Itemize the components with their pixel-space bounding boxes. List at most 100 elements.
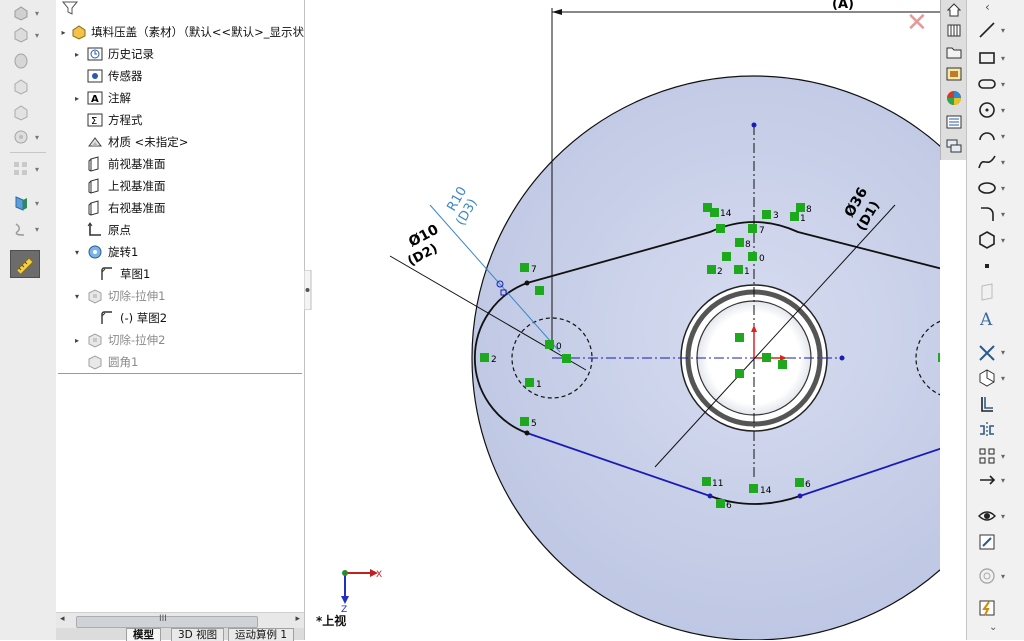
relation-icon[interactable] <box>748 224 757 233</box>
tree-item[interactable]: 材质 <未指定> <box>72 132 188 152</box>
ellipse-tool-button[interactable]: ▾ <box>975 176 1019 200</box>
plane-tool-button[interactable] <box>975 280 1019 304</box>
relation-icon[interactable] <box>790 212 799 221</box>
feature-button-9[interactable]: ▾ <box>10 218 46 240</box>
expand-toggle-icon[interactable]: ▸ <box>72 336 82 345</box>
convert-entities-button[interactable]: ▾ <box>975 366 1019 390</box>
slot-tool-button[interactable]: ▾ <box>975 72 1019 96</box>
relation-icon[interactable] <box>778 360 787 369</box>
expand-toggle-icon[interactable]: ▸ <box>72 94 82 103</box>
scroll-right-icon[interactable]: ▸ <box>295 614 300 624</box>
quick-snaps-button[interactable]: ▾ <box>975 564 1019 588</box>
relation-icon[interactable] <box>702 477 711 486</box>
file-explorer-tab[interactable] <box>943 42 965 64</box>
tree-item[interactable]: 圆角1 <box>72 352 138 372</box>
rapid-sketch-button[interactable] <box>975 596 1019 620</box>
tree-item[interactable]: ▸ A 注解 <box>72 88 131 108</box>
sketch-point[interactable] <box>707 493 713 499</box>
feature-button-4[interactable] <box>10 76 46 98</box>
feature-button-2[interactable]: ▾ <box>10 24 46 46</box>
display-relations-button[interactable]: ▾ <box>975 504 1019 528</box>
sketch-point[interactable] <box>524 280 530 286</box>
tree-item[interactable]: ▸ 切除-拉伸2 <box>72 330 165 350</box>
tab-model[interactable]: 模型 <box>126 628 161 641</box>
relation-icon[interactable] <box>716 224 725 233</box>
relation-icon[interactable] <box>480 353 489 362</box>
sketch-point[interactable] <box>524 430 530 436</box>
tree-item[interactable]: 传感器 <box>72 66 143 86</box>
relation-icon[interactable] <box>762 353 771 362</box>
feature-button-3[interactable] <box>10 50 46 72</box>
tree-rollback-bar[interactable] <box>58 373 302 374</box>
circle-tool-button[interactable]: ▾ <box>975 98 1019 122</box>
relation-icon[interactable] <box>734 265 743 274</box>
trim-tool-button[interactable]: ▾ <box>975 340 1019 364</box>
home-tab[interactable] <box>943 0 965 22</box>
centerline-endpoint[interactable] <box>751 122 757 128</box>
relation-icon[interactable] <box>707 265 716 274</box>
text-tool-button[interactable]: A <box>975 306 1019 330</box>
feature-button-6[interactable]: ▾ <box>10 126 46 148</box>
relation-icon[interactable] <box>735 333 744 342</box>
feature-button-7[interactable]: ▾ <box>10 158 46 180</box>
relation-icon[interactable] <box>748 252 757 261</box>
tree-horizontal-scrollbar[interactable]: ◂ III ▸ <box>56 612 304 629</box>
relation-icon[interactable] <box>795 478 804 487</box>
relation-icon[interactable] <box>735 238 744 247</box>
expand-toggle-icon[interactable]: ▸ <box>72 50 82 59</box>
tree-item[interactable]: ▾ 切除-拉伸1 <box>72 286 165 306</box>
relation-icon[interactable] <box>710 208 719 217</box>
relation-icon[interactable] <box>796 203 805 212</box>
exit-sketch-icon[interactable]: ✕ <box>906 8 928 38</box>
arc-tool-button[interactable]: ▾ <box>975 124 1019 148</box>
rectangle-tool-button[interactable]: ▾ <box>975 46 1019 70</box>
spline-tool-button[interactable]: ▾ <box>975 150 1019 174</box>
expand-toggle-icon[interactable]: ▸ <box>60 28 67 37</box>
move-entities-button[interactable]: ▾ <box>975 468 1019 492</box>
tree-item[interactable]: 右视基准面 <box>72 198 166 218</box>
tab-3d-view[interactable]: 3D 视图 <box>171 628 225 641</box>
repair-sketch-button[interactable] <box>975 530 1019 554</box>
relation-icon[interactable] <box>562 354 571 363</box>
tab-motion-study[interactable]: 运动算例 1 <box>228 628 295 641</box>
toolbar-overflow-icon[interactable]: ⌄ <box>989 622 997 633</box>
toolbar-collapse-icon[interactable]: ‹ <box>985 0 990 14</box>
relation-icon[interactable] <box>525 378 534 387</box>
tree-item[interactable]: ▾ 旋转1 <box>72 242 138 262</box>
relation-icon[interactable] <box>749 484 758 493</box>
relation-icon[interactable] <box>545 340 554 349</box>
view-palette-tab[interactable] <box>943 64 965 86</box>
mirror-entities-button[interactable] <box>975 418 1019 442</box>
tree-item[interactable]: ▸ 填料压盖（素材）（默认<<默认>_显示状 <box>60 22 304 42</box>
relation-icon[interactable] <box>520 263 529 272</box>
tree-item[interactable]: 上视基准面 <box>72 176 166 196</box>
tree-item[interactable]: (-) 草图2 <box>84 308 167 328</box>
scroll-left-icon[interactable]: ◂ <box>60 614 65 624</box>
funnel-icon[interactable] <box>61 0 80 16</box>
relation-icon[interactable] <box>716 499 725 508</box>
expand-toggle-icon[interactable]: ▾ <box>72 292 82 301</box>
tree-item[interactable]: 草图1 <box>84 264 150 284</box>
relation-icon[interactable] <box>938 353 940 362</box>
relation-icon[interactable] <box>520 417 529 426</box>
tree-item[interactable]: 原点 <box>72 220 131 240</box>
design-library-tab[interactable] <box>943 20 965 42</box>
tree-item[interactable]: Σ 方程式 <box>72 110 143 130</box>
fillet-sketch-button[interactable]: ▾ <box>975 202 1019 226</box>
expand-toggle-icon[interactable]: ▾ <box>72 248 82 257</box>
panel-splitter[interactable] <box>303 269 312 311</box>
offset-entities-button[interactable] <box>975 392 1019 416</box>
tree-item[interactable]: ▸ 历史记录 <box>72 44 154 64</box>
relation-icon[interactable] <box>762 210 771 219</box>
forum-tab[interactable] <box>943 136 965 158</box>
polygon-tool-button[interactable]: ▾ <box>975 228 1019 252</box>
appearances-tab[interactable] <box>943 88 965 110</box>
tree-item[interactable]: 前视基准面 <box>72 154 166 174</box>
feature-button-1[interactable]: ▾ <box>10 2 46 24</box>
line-tool-button[interactable]: ▾ <box>975 18 1019 42</box>
linear-pattern-button[interactable]: ▾ <box>975 444 1019 468</box>
centerline-endpoint[interactable] <box>839 355 845 361</box>
relation-icon[interactable] <box>735 369 744 378</box>
feature-button-8[interactable]: ▾ <box>10 192 46 214</box>
dimension-a-text[interactable]: (A) <box>832 0 854 12</box>
